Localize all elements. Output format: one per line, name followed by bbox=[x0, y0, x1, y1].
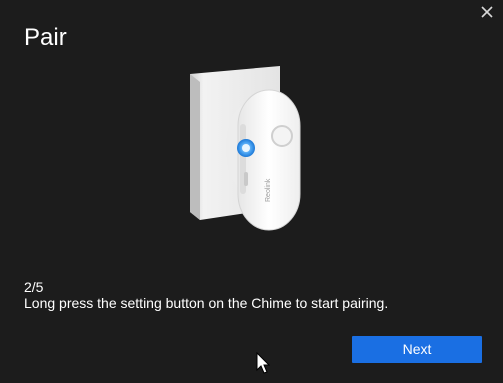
pairing-instruction: Long press the setting button on the Chi… bbox=[24, 295, 389, 311]
next-button[interactable]: Next bbox=[352, 336, 482, 363]
pair-dialog: Pair Reolink 2/5 Long press the setting … bbox=[0, 0, 503, 383]
close-icon[interactable] bbox=[480, 5, 494, 19]
dialog-title: Pair bbox=[24, 24, 67, 51]
mouse-pointer-icon bbox=[256, 352, 270, 374]
brand-logo: Reolink bbox=[265, 178, 272, 202]
chime-device-image: Reolink bbox=[190, 66, 301, 231]
step-counter: 2/5 bbox=[24, 279, 44, 295]
